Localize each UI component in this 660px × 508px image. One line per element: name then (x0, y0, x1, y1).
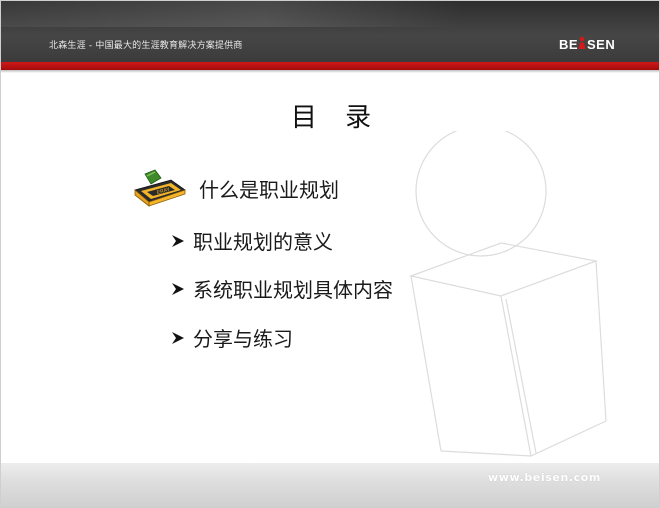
page-title: 目 录 (290, 103, 382, 133)
footer-url: www.beisen.com (487, 471, 601, 484)
crayon-icon: ERAY (134, 169, 186, 207)
arrow-bullet-icon (172, 331, 184, 344)
arrow-bullet-icon (172, 234, 184, 247)
agenda-item-current-label: 什么是职业规划 (199, 177, 339, 202)
svg-text:BE: BE (559, 37, 578, 52)
svg-text:SEN: SEN (587, 37, 615, 52)
agenda-item-label: 系统职业规划具体内容 (193, 278, 393, 302)
header-red-stripe (1, 62, 659, 70)
agenda-item: 分享与练习 (169, 323, 293, 352)
slide: 北森生涯 - 中国最大的生涯教育解决方案提供商 BE SEN 目 录 ERAY … (0, 0, 660, 508)
arrow-bullet-icon (172, 282, 184, 295)
header-tagline: 北森生涯 - 中国最大的生涯教育解决方案提供商 (49, 41, 243, 51)
header-band: 北森生涯 - 中国最大的生涯教育解决方案提供商 BE SEN (1, 1, 659, 65)
agenda-item: 系统职业规划具体内容 (169, 274, 393, 303)
background-sketch (408, 131, 607, 457)
agenda-item-label: 职业规划的意义 (193, 230, 333, 254)
agenda-item: 职业规划的意义 (169, 226, 333, 255)
beisen-logo: BE SEN (559, 35, 621, 53)
header-shadow (1, 70, 659, 73)
footer-band: www.beisen.com (1, 463, 659, 507)
agenda-item-label: 分享与练习 (193, 327, 293, 351)
agenda-item-current: ERAY 什么是职业规划 (131, 168, 339, 208)
beisen-logo-icon: BE SEN (559, 36, 615, 52)
